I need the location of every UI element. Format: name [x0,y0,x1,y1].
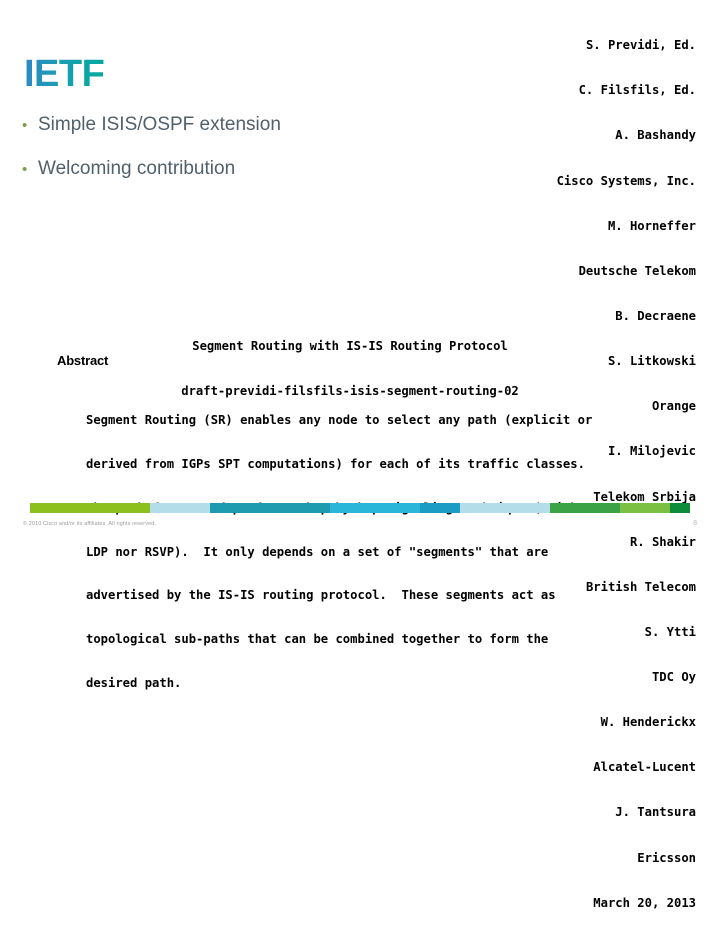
footer-bar-segment [460,503,551,513]
abstract-line: advertised by the IS-IS routing protocol… [86,588,556,603]
document-title-line: Segment Routing with IS-IS Routing Proto… [192,339,508,354]
bullet-marker-icon: • [22,160,28,178]
footer-color-bar [30,503,690,513]
footer-bar-segment [550,503,620,513]
footer-bar-segment [420,503,461,513]
bullet-marker-icon: • [22,117,28,134]
affiliation-line: Deutsche Telekom [578,263,696,278]
footer-bar-segment [150,503,211,513]
affiliation-line: Ericsson [637,850,696,865]
abstract-body: Segment Routing (SR) enables any node to… [86,384,592,720]
document-date: March 20, 2013 [593,895,696,910]
page-number: 8 [693,520,697,527]
abstract-line: desired path. [86,675,182,690]
footer-copyright: © 2010 Cisco and/or its affiliates. All … [23,521,157,527]
abstract-heading: Abstract [57,353,109,368]
footer-bar-segment [670,503,690,513]
list-item: • Simple ISIS/OSPF extension [22,114,442,136]
affiliation-line: Cisco Systems, Inc. [556,173,696,188]
slide-canvas: IETF • Simple ISIS/OSPF extension • Welc… [0,0,720,910]
author-line: J. Tantsura [615,805,696,820]
bullet-list: • Simple ISIS/OSPF extension • Welcoming… [22,114,442,202]
footer-bar-segment [330,503,421,513]
abstract-line: Segment Routing (SR) enables any node to… [86,413,593,428]
author-line: S. Previdi, Ed. [585,38,696,53]
author-line: M. Horneffer [607,218,696,233]
footer-bar-segment [30,503,151,513]
abstract-line: LDP nor RSVP). It only depends on a set … [86,544,549,559]
abstract-line: derived from IGPs SPT computations) for … [86,456,585,471]
author-line: A. Bashandy [615,128,696,143]
list-item-label: Simple ISIS/OSPF extension [38,114,281,135]
footer-bar-segment [619,503,671,513]
footer-bar-segment [210,503,331,513]
affiliation-line: Alcatel-Lucent [593,760,696,775]
abstract-line: topological sub-paths that can be combin… [86,632,549,647]
author-line: C. Filsfils, Ed. [578,83,696,98]
list-item: • Welcoming contribution [22,158,442,180]
list-item-label: Welcoming contribution [38,157,236,179]
page-title: IETF [24,53,105,95]
